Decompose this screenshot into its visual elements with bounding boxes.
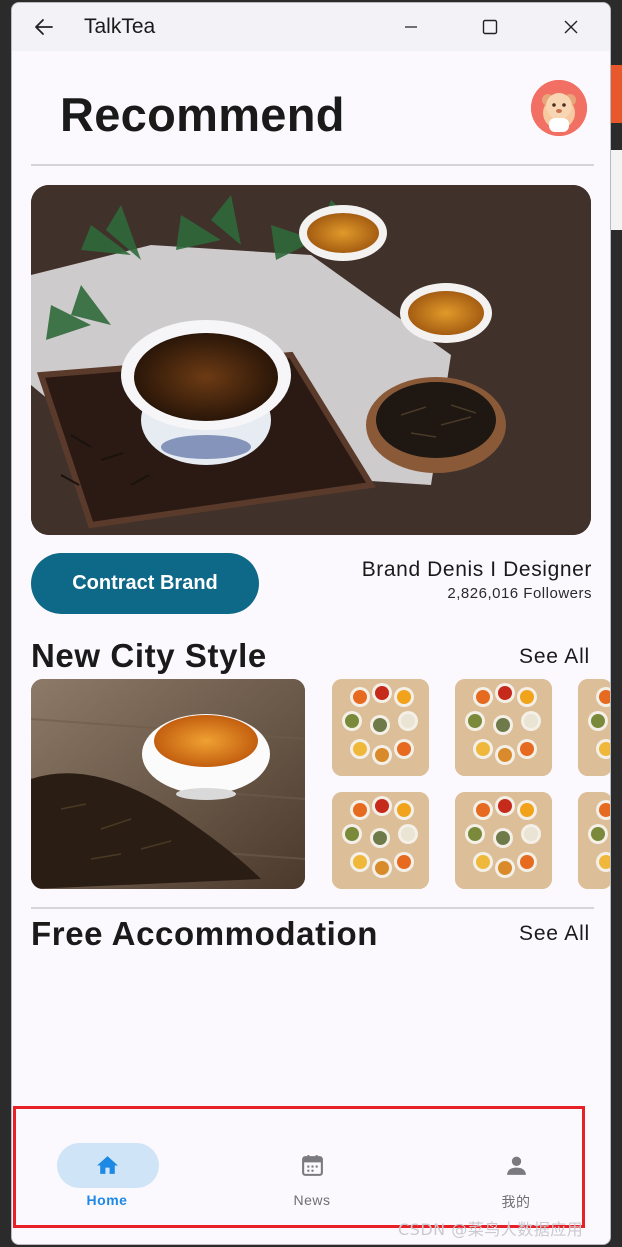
section-title-free-accommodation: Free Accommodation — [31, 915, 378, 952]
see-all-free-accommodation[interactable]: See All — [519, 922, 590, 946]
nav-label-home: Home — [86, 1192, 128, 1208]
tea-thumbnail[interactable] — [332, 792, 429, 889]
nav-label-profile: 我的 — [501, 1195, 531, 1211]
window-title: TalkTea — [84, 15, 156, 38]
feature-image[interactable] — [31, 679, 305, 889]
brand-name: Brand Denis I Designer — [361, 558, 592, 581]
nav-item-profile[interactable]: 我的 — [456, 1143, 576, 1213]
back-arrow-icon[interactable] — [32, 15, 56, 39]
tea-thumbnail[interactable] — [455, 792, 552, 889]
section-title-new-city: New City Style — [31, 637, 267, 674]
close-button[interactable] — [548, 3, 594, 51]
brand-followers: 2,826,016 Followers — [447, 585, 592, 602]
avatar[interactable] — [531, 80, 587, 136]
tea-thumbnail[interactable] — [578, 792, 610, 889]
page-title: Recommend — [60, 88, 345, 141]
see-all-new-city[interactable]: See All — [519, 645, 590, 669]
nav-label-news: News — [293, 1192, 331, 1208]
hero-image[interactable] — [31, 185, 591, 535]
section-divider — [31, 907, 594, 909]
title-bar: TalkTea — [12, 3, 610, 51]
page-header: Recommend — [12, 51, 610, 166]
tea-thumbnail[interactable] — [332, 679, 429, 776]
brand-row: Contract Brand Brand Denis I Designer 2,… — [12, 553, 610, 617]
minimize-button[interactable] — [388, 3, 434, 51]
nav-item-news[interactable]: News — [252, 1143, 372, 1213]
maximize-button[interactable] — [467, 3, 513, 51]
home-icon — [97, 1156, 118, 1174]
app-window: TalkTea Recommend Contract Brand Brand D… — [11, 2, 611, 1245]
watermark: CSDN @菜鸟人数据应用 — [398, 1220, 584, 1239]
person-icon — [507, 1156, 526, 1175]
calendar-icon — [302, 1155, 323, 1176]
header-divider — [31, 164, 594, 166]
nav-item-home[interactable]: Home — [47, 1143, 167, 1213]
tea-thumbnail[interactable] — [455, 679, 552, 776]
tea-thumbnail[interactable] — [578, 679, 610, 776]
contract-brand-button[interactable]: Contract Brand — [31, 553, 259, 614]
